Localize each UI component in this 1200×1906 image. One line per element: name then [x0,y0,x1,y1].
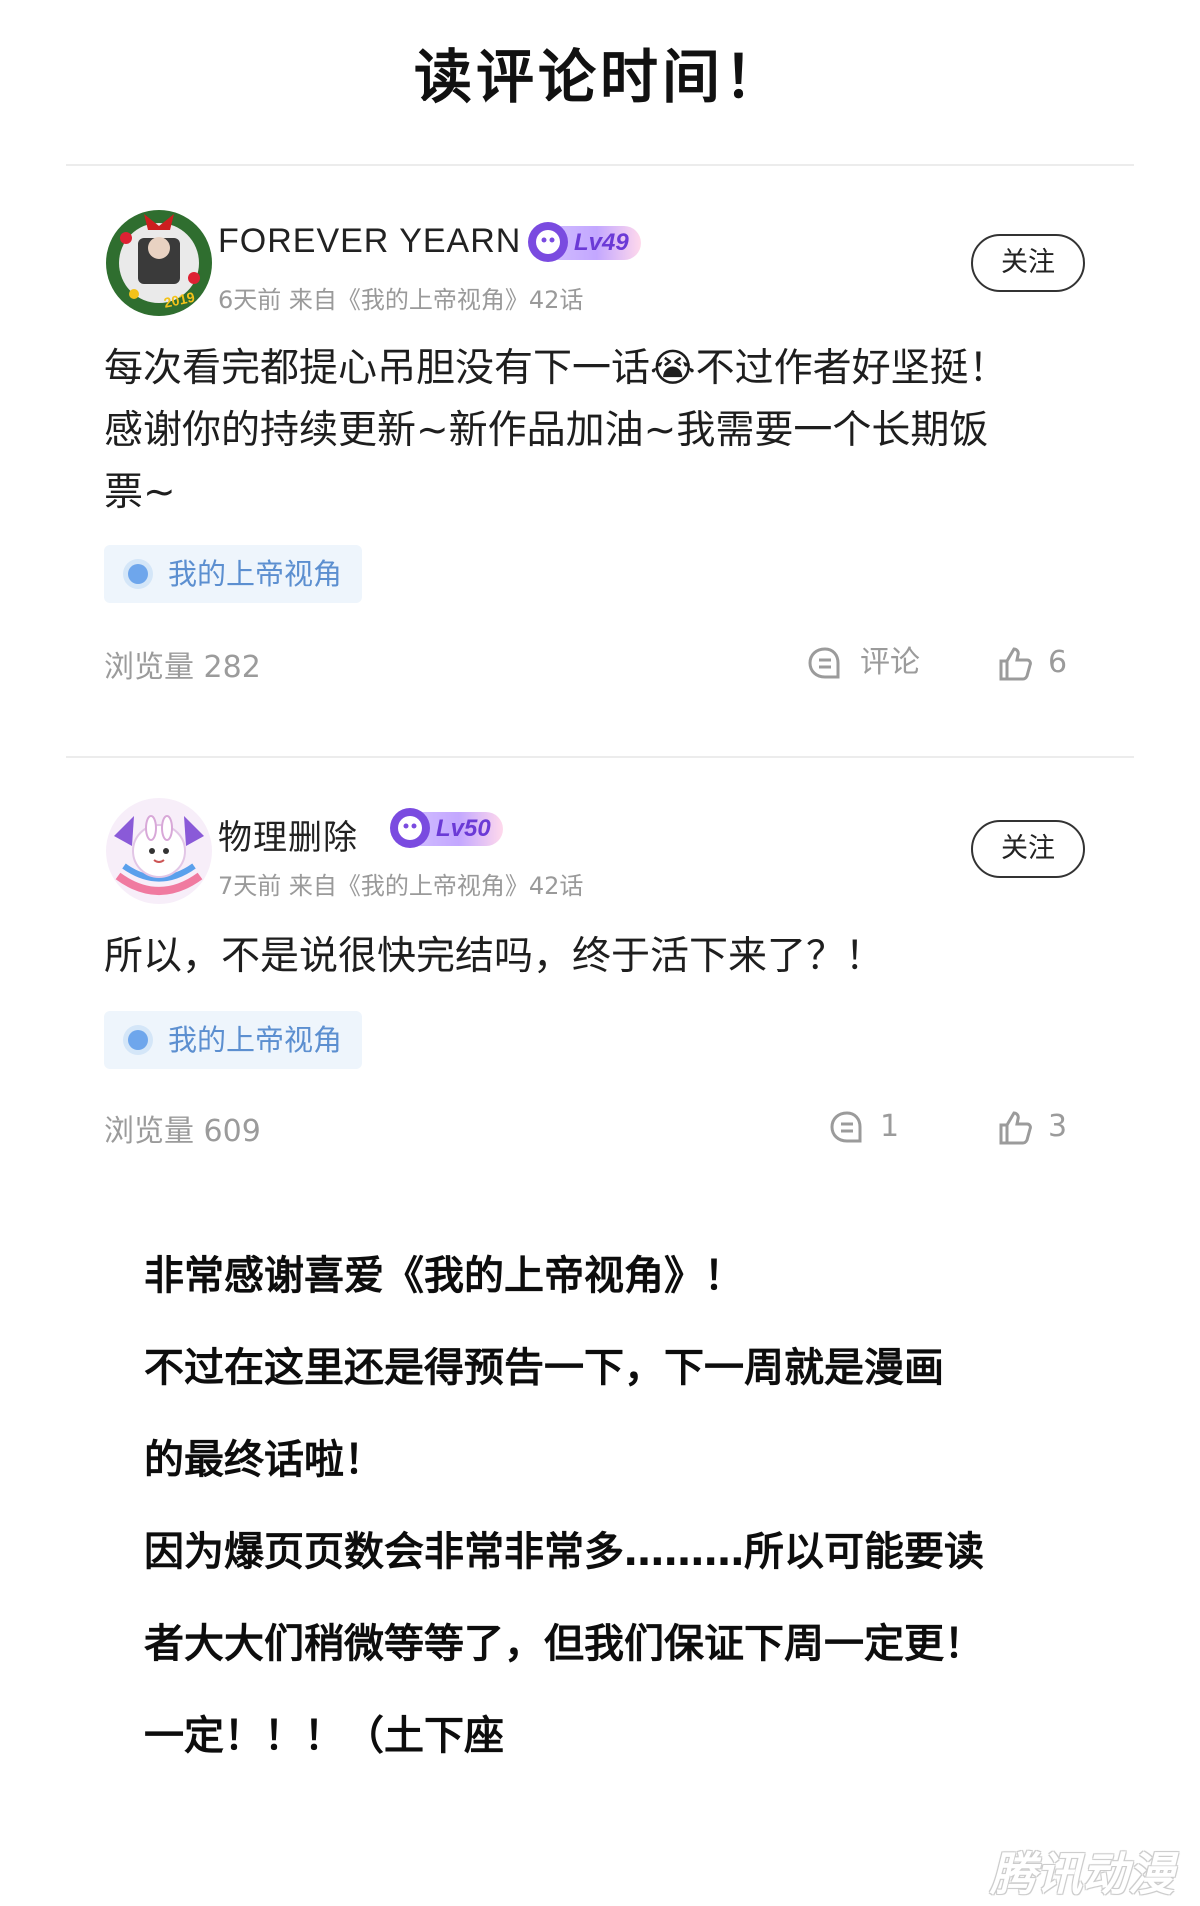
top-divider [66,164,1134,166]
announcement-line: 不过在这里还是得预告一下，下一周就是漫画 [144,1345,944,1391]
announcement-line: 因为爆页页数会非常非常多………所以可能要读 [144,1529,984,1575]
level-text: Lv49 [574,229,629,256]
level-badge-icon [528,222,568,262]
tag-dot-icon [128,1030,148,1050]
comment-text-line: 感谢你的持续更新~新作品加油~我需要一个长期饭 [104,408,989,453]
comment-text-line: 票~ [104,470,176,515]
comment-text: 每次看完都提心吊胆没有下一话😭不过作者好坚挺！ 感谢你的持续更新~新作品加油~我… [104,338,1094,524]
view-count: 浏览量 282 [104,650,261,685]
bunny-avatar-icon [106,798,212,904]
tag-dot-icon [128,564,148,584]
announcement-line: 非常感谢喜爱《我的上帝视角》！ [144,1253,744,1299]
username[interactable]: FOREVER YEARN [218,222,521,261]
comment-divider [66,756,1134,758]
announcement-line: 者大大们稍微等等了，但我们保证下周一定更！ [144,1621,984,1667]
page-title: 读评论时间！ [413,43,786,111]
level-badge-icon [390,808,430,848]
topic-tag[interactable]: 我的上帝视角 [104,1011,363,1069]
comment-icon [808,647,840,679]
topic-tag[interactable]: 我的上帝视角 [104,545,363,603]
level-badge: Lv50 [390,808,503,848]
comment-button[interactable]: 1 [828,1107,908,1147]
comment-count: 1 [880,1109,900,1144]
user-avatar[interactable] [104,796,214,906]
thumbs-up-icon [999,1111,1032,1145]
thumbs-up-icon [999,647,1032,681]
user-avatar[interactable]: 2019 [104,208,214,318]
comment-text-line: 每次看完都提心吊胆没有下一话😭不过作者好坚挺！ [104,346,1008,391]
comment-meta: 7天前 来自《我的上帝视角》42话 [218,872,584,900]
comment-icon [830,1111,862,1143]
comment-label: 评论 [860,645,920,680]
view-count: 浏览量 609 [104,1114,261,1149]
comment-text-line: 所以，不是说很快完结吗，终于活下来了？！ [104,934,885,979]
wreath-avatar-icon: 2019 [106,210,212,316]
like-button[interactable]: 6 [996,643,1076,683]
like-count: 6 [1048,645,1068,680]
announcement-line: 的最终话啦！ [144,1437,384,1483]
level-text: Lv50 [436,815,491,842]
level-badge: Lv49 [528,222,641,262]
follow-button[interactable]: 关注 [971,234,1085,292]
like-button[interactable]: 3 [996,1107,1076,1147]
topic-tag-label: 我的上帝视角 [168,557,343,591]
announcement-line: 一定！！！（土下座 [144,1713,504,1759]
comment-meta: 6天前 来自《我的上帝视角》42话 [218,286,584,314]
watermark-logo: 腾讯动漫 [990,1847,1174,1901]
comment-text: 所以，不是说很快完结吗，终于活下来了？！ [104,926,1094,988]
topic-tag-label: 我的上帝视角 [168,1023,343,1057]
follow-button[interactable]: 关注 [971,820,1085,878]
announcement: 非常感谢喜爱《我的上帝视角》！ 不过在这里还是得预告一下，下一周就是漫画 的最终… [144,1230,1084,1782]
comment-button[interactable]: 评论 [806,643,926,683]
username[interactable]: 物理删除 [218,810,358,859]
like-count: 3 [1048,1109,1068,1144]
